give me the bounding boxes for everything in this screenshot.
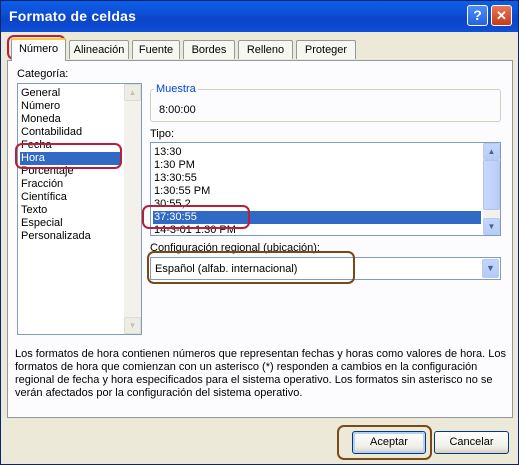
scroll-down-icon[interactable]: ▼ [483,218,500,235]
type-scrollbar[interactable]: ▲ ▼ [483,143,500,235]
locale-label: Configuración regional (ubicación): [150,242,320,254]
window-title: Formato de celdas [9,8,137,24]
type-item[interactable]: 1:30:55 PM [153,185,210,198]
type-item[interactable]: 13:30 [153,146,182,159]
type-item-selected[interactable]: 37:30:55 [153,211,481,224]
type-label: Tipo: [150,128,175,140]
category-item-cientifica[interactable]: Científica [20,191,67,204]
type-item[interactable]: 14-3-01 1:30 PM [153,224,236,235]
tab-alineacion[interactable]: Alineación [69,40,129,59]
sample-group [150,89,501,122]
type-item[interactable]: 13:30:55 [153,172,197,185]
close-button[interactable]: ✕ [491,5,512,26]
category-item-numero[interactable]: Número [20,100,60,113]
chevron-down-icon[interactable]: ▼ [482,259,499,278]
accept-button[interactable]: Aceptar [352,431,426,454]
tab-fuente[interactable]: Fuente [132,40,180,59]
cancel-button[interactable]: Cancelar [434,431,509,454]
title-bar[interactable]: Formato de celdas ? ✕ [1,1,518,32]
scroll-up-icon[interactable]: ▲ [124,84,141,101]
scroll-down-icon[interactable]: ▼ [124,317,141,334]
category-item-general[interactable]: General [20,87,60,100]
category-item-porcentaje[interactable]: Porcentaje [20,165,74,178]
category-item-hora[interactable]: Hora [20,152,121,165]
category-item-personalizada[interactable]: Personalizada [20,230,91,243]
tab-relleno[interactable]: Relleno [238,40,293,59]
tab-proteger[interactable]: Proteger [296,40,356,59]
format-description: Los formatos de hora contienen números q… [15,348,507,399]
help-icon: ? [473,7,482,23]
category-label: Categoría: [17,68,69,80]
tab-bordes[interactable]: Bordes [183,40,235,59]
category-listbox[interactable]: General Número Moneda Contabilidad Fecha… [17,83,142,335]
type-item[interactable]: 30:55,2 [153,198,191,211]
type-listbox[interactable]: 13:30 1:30 PM 13:30:55 1:30:55 PM 30:55,… [150,142,501,236]
help-button[interactable]: ? [467,5,488,26]
category-item-especial[interactable]: Especial [20,217,63,230]
category-item-fecha[interactable]: Fecha [20,139,52,152]
close-icon: ✕ [496,8,507,23]
category-item-moneda[interactable]: Moneda [20,113,61,126]
category-item-contabilidad[interactable]: Contabilidad [20,126,82,139]
sample-label: Muestra [154,83,198,95]
locale-select[interactable]: Español (alfab. internacional) ▼ [150,257,501,280]
tab-numero[interactable]: Número [11,38,66,61]
type-item[interactable]: 1:30 PM [153,159,195,172]
locale-value: Español (alfab. internacional) [155,263,298,275]
category-scrollbar[interactable]: ▲ ▼ [124,84,141,334]
category-item-fraccion[interactable]: Fracción [20,178,63,191]
category-item-texto[interactable]: Texto [20,204,47,217]
sample-value: 8:00:00 [159,104,196,116]
scroll-thumb[interactable] [483,160,500,210]
format-cells-dialog: Formato de celdas ? ✕ Número Alineación … [0,0,519,465]
scroll-up-icon[interactable]: ▲ [483,143,500,160]
